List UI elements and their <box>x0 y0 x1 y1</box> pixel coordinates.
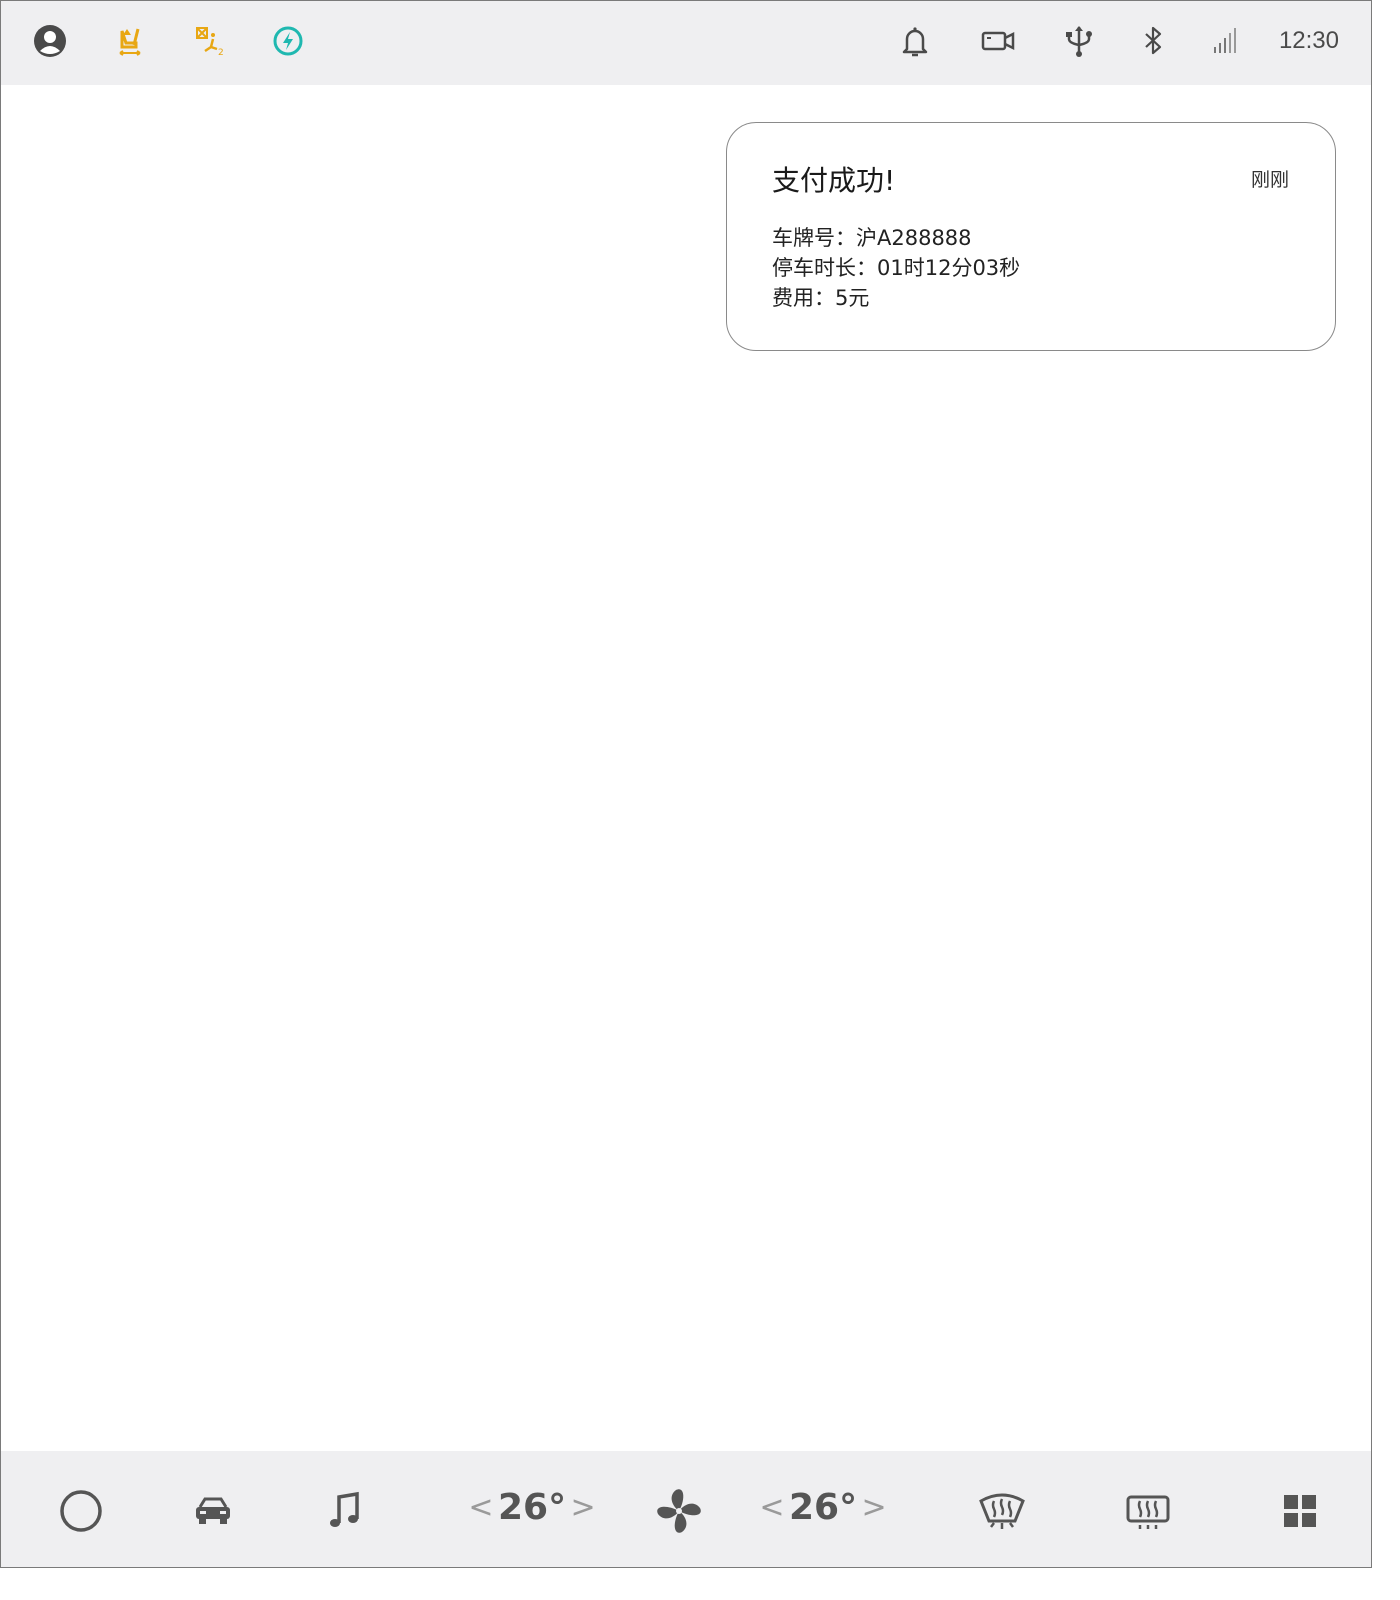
fee-line: 费用：5元 <box>772 286 870 310</box>
signal-icon <box>1208 23 1244 59</box>
bottom-dock: < 26° > < 26° > <box>1 1451 1371 1567</box>
plate-number-line: 车牌号：沪A288888 <box>772 226 972 250</box>
car-icon[interactable] <box>190 1489 236 1533</box>
right-temp-decrease-button[interactable]: < <box>759 1490 785 1525</box>
notification-time: 刚刚 <box>1250 169 1289 191</box>
svg-text:2: 2 <box>218 48 224 58</box>
charging-icon[interactable] <box>270 23 306 59</box>
bluetooth-icon[interactable] <box>1135 23 1171 59</box>
right-temp-increase-button[interactable]: > <box>861 1490 887 1525</box>
fan-icon[interactable] <box>653 1489 705 1533</box>
clock: 12:30 <box>1278 27 1339 54</box>
notification-body: 车牌号：沪A288888 停车时长：01时12分03秒 费用：5元 <box>772 223 1020 313</box>
seat-adjust-icon[interactable] <box>112 23 148 59</box>
user-icon[interactable] <box>32 23 68 59</box>
front-defrost-icon[interactable] <box>977 1489 1027 1533</box>
apps-grid-icon[interactable] <box>1277 1489 1323 1533</box>
right-temp-value: 26° <box>789 1487 858 1528</box>
bell-icon[interactable] <box>897 23 933 59</box>
notification-title: 支付成功! <box>772 164 896 197</box>
left-temp-increase-button[interactable]: > <box>570 1490 596 1525</box>
camera-icon[interactable] <box>980 23 1016 59</box>
payment-notification-card[interactable]: 支付成功! 刚刚 车牌号：沪A288888 停车时长：01时12分03秒 费用：… <box>726 122 1336 351</box>
left-temperature-control: < 26° > <box>468 1487 596 1528</box>
status-bar: 2 12:30 <box>1 1 1371 85</box>
home-icon[interactable] <box>58 1489 104 1533</box>
left-temp-decrease-button[interactable]: < <box>468 1490 494 1525</box>
usb-icon[interactable] <box>1061 23 1097 59</box>
right-temperature-control: < 26° > <box>759 1487 887 1528</box>
left-temp-value: 26° <box>498 1487 567 1528</box>
music-icon[interactable] <box>322 1489 368 1533</box>
parking-duration-line: 停车时长：01时12分03秒 <box>772 256 1021 280</box>
rear-defrost-icon[interactable] <box>1123 1489 1173 1533</box>
passenger-seat-icon[interactable]: 2 <box>191 23 227 59</box>
